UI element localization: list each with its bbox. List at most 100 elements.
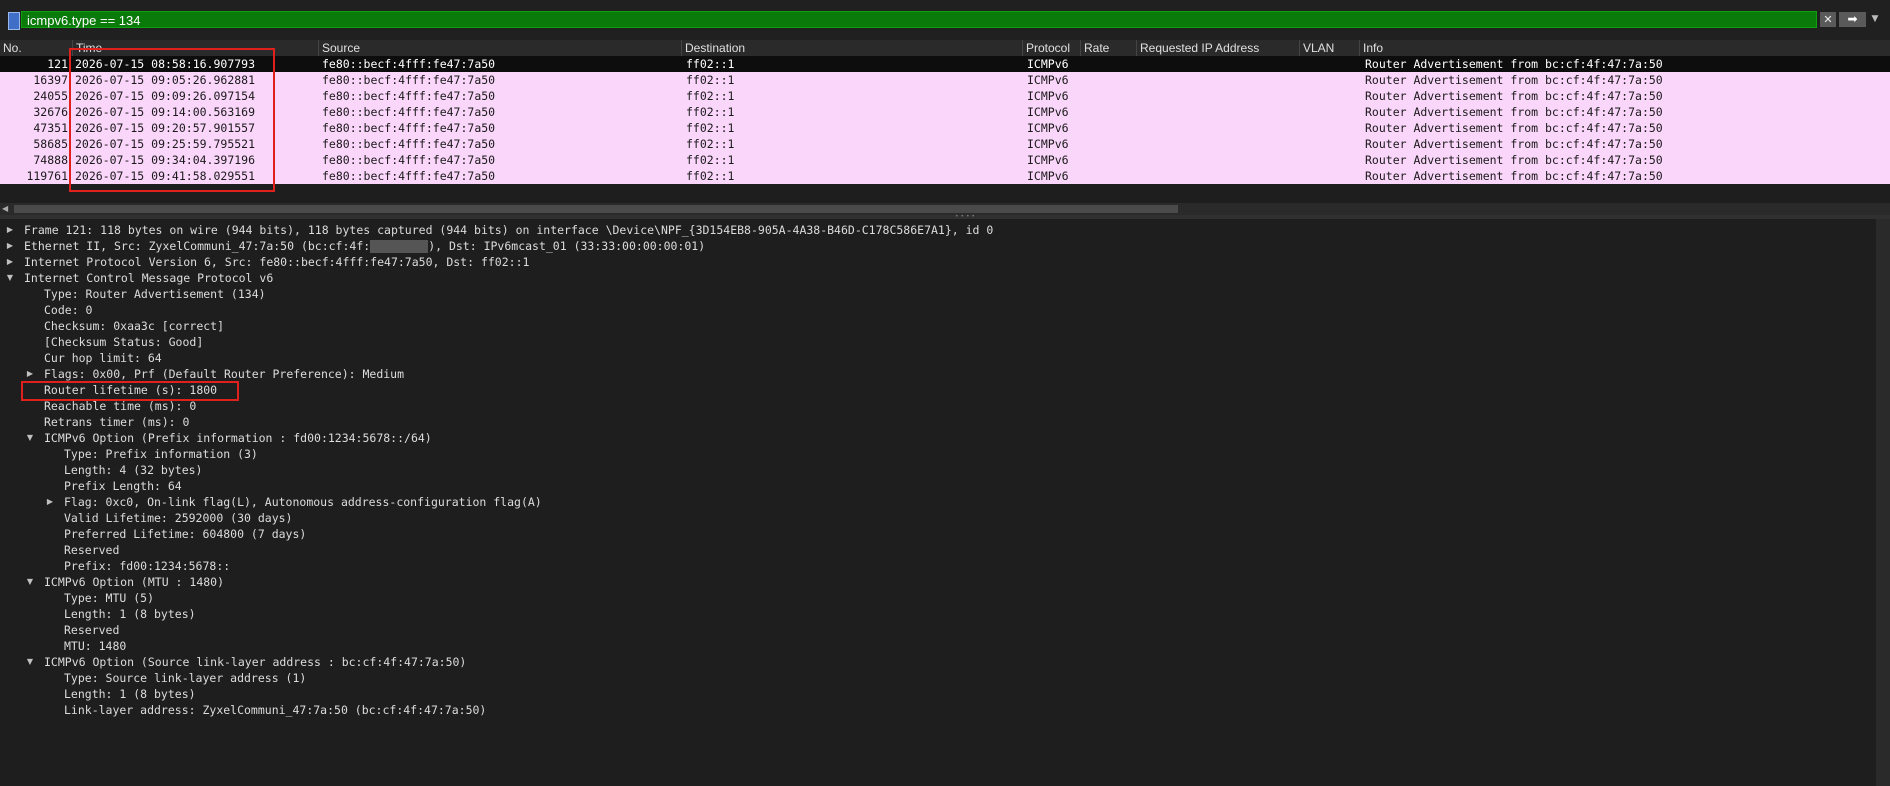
packet-source: fe80::becf:4fff:fe47:7a50 (322, 89, 496, 103)
detail-flags[interactable]: Flags: 0x00, Prf (Default Router Prefere… (44, 366, 404, 382)
packet-row[interactable]: 58685 2026-07-15 09:25:59.795521 fe80::b… (0, 136, 1890, 152)
detail-prefix-type[interactable]: Type: Prefix information (3) (64, 446, 258, 462)
column-header-info[interactable]: Info (1359, 40, 1890, 56)
packet-no: 74888 (33, 153, 68, 167)
bookmark-icon[interactable] (8, 12, 20, 30)
scrollbar-thumb[interactable] (14, 205, 1178, 213)
column-header-protocol[interactable]: Protocol (1022, 40, 1082, 56)
detail-prefix[interactable]: Prefix: fd00:1234:5678:: (64, 558, 230, 574)
detail-sll-address[interactable]: Link-layer address: ZyxelCommuni_47:7a:5… (64, 702, 486, 718)
column-header-source[interactable]: Source (318, 40, 683, 56)
packet-source: fe80::becf:4fff:fe47:7a50 (322, 169, 496, 183)
packet-destination: ff02::1 (686, 153, 735, 167)
detail-option-sll[interactable]: ICMPv6 Option (Source link-layer address… (44, 654, 466, 670)
detail-mtu[interactable]: MTU: 1480 (64, 638, 126, 654)
arrow-right-icon[interactable]: ➡ (1839, 12, 1866, 27)
display-filter-input[interactable]: icmpv6.type == 134 (21, 11, 1817, 28)
packet-time: 2026-07-15 08:58:16.907793 (75, 57, 256, 71)
detail-checksum[interactable]: Checksum: 0xaa3c [correct] (44, 318, 224, 334)
detail-icmpv6[interactable]: Internet Control Message Protocol v6 (24, 270, 273, 286)
packet-row[interactable]: 119761 2026-07-15 09:41:58.029551 fe80::… (0, 168, 1890, 184)
packet-row[interactable]: 47351 2026-07-15 09:20:57.901557 fe80::b… (0, 120, 1890, 136)
detail-reachable-time[interactable]: Reachable time (ms): 0 (44, 398, 196, 414)
column-header-time[interactable]: Time (72, 40, 322, 56)
collapse-arrow-icon[interactable]: ▼ (5, 270, 15, 286)
packet-protocol: ICMPv6 (1027, 169, 1069, 183)
packet-protocol: ICMPv6 (1027, 89, 1069, 103)
packet-time: 2026-07-15 09:05:26.962881 (75, 73, 256, 87)
packet-source: fe80::becf:4fff:fe47:7a50 (322, 153, 496, 167)
display-filter-toolbar: icmpv6.type == 134 ✕ ➡ ▼ (0, 0, 1890, 40)
expand-arrow-icon[interactable]: ▶ (5, 222, 15, 238)
packet-time: 2026-07-15 09:14:00.563169 (75, 105, 256, 119)
detail-prefix-length[interactable]: Prefix Length: 64 (64, 478, 182, 494)
collapse-arrow-icon[interactable]: ▼ (25, 654, 35, 670)
detail-ethernet-dst: ), Dst: IPv6mcast_01 (33:33:00:00:00:01) (428, 239, 706, 253)
detail-prefix-flag[interactable]: Flag: 0xc0, On-link flag(L), Autonomous … (64, 494, 542, 510)
detail-checksum-status[interactable]: [Checksum Status: Good] (44, 334, 203, 350)
detail-option-prefix[interactable]: ICMPv6 Option (Prefix information : fd00… (44, 430, 432, 446)
detail-sll-length[interactable]: Length: 1 (8 bytes) (64, 686, 196, 702)
expand-arrow-icon[interactable]: ▶ (25, 366, 35, 382)
packet-row[interactable]: 74888 2026-07-15 09:34:04.397196 fe80::b… (0, 152, 1890, 168)
packet-destination: ff02::1 (686, 105, 735, 119)
detail-frame[interactable]: Frame 121: 118 bytes on wire (944 bits),… (24, 222, 993, 238)
detail-prefix-reserved[interactable]: Reserved (64, 542, 119, 558)
detail-mtu-reserved[interactable]: Reserved (64, 622, 119, 638)
detail-ethernet[interactable]: Ethernet II, Src: ZyxelCommuni_47:7a:50 … (24, 238, 705, 254)
detail-hop-limit[interactable]: Cur hop limit: 64 (44, 350, 162, 366)
packet-destination: ff02::1 (686, 57, 735, 71)
collapse-arrow-icon[interactable]: ▼ (25, 430, 35, 446)
packet-info: Router Advertisement from bc:cf:4f:47:7a… (1365, 153, 1663, 167)
column-header-destination[interactable]: Destination (681, 40, 1024, 56)
column-header-vlan[interactable]: VLAN (1299, 40, 1361, 56)
packet-row[interactable]: 32676 2026-07-15 09:14:00.563169 fe80::b… (0, 104, 1890, 120)
packet-time: 2026-07-15 09:09:26.097154 (75, 89, 256, 103)
column-header-no[interactable]: No. (0, 40, 72, 56)
detail-valid-lifetime[interactable]: Valid Lifetime: 2592000 (30 days) (64, 510, 292, 526)
packet-no: 121 (47, 57, 68, 71)
chevron-down-icon[interactable]: ▼ (1868, 12, 1882, 27)
packet-info: Router Advertisement from bc:cf:4f:47:7a… (1365, 105, 1663, 119)
clear-icon[interactable]: ✕ (1820, 12, 1836, 27)
packet-info: Router Advertisement from bc:cf:4f:47:7a… (1365, 137, 1663, 151)
packet-time: 2026-07-15 09:25:59.795521 (75, 137, 256, 151)
packet-protocol: ICMPv6 (1027, 57, 1069, 71)
detail-ipv6[interactable]: Internet Protocol Version 6, Src: fe80::… (24, 254, 529, 270)
detail-code[interactable]: Code: 0 (44, 302, 92, 318)
packet-no: 24055 (33, 89, 68, 103)
detail-preferred-lifetime[interactable]: Preferred Lifetime: 604800 (7 days) (64, 526, 306, 542)
detail-router-lifetime[interactable]: Router lifetime (s): 1800 (44, 382, 217, 398)
packet-no: 58685 (33, 137, 68, 151)
packet-info: Router Advertisement from bc:cf:4f:47:7a… (1365, 121, 1663, 135)
packet-no: 119761 (26, 169, 68, 183)
expand-arrow-icon[interactable]: ▶ (5, 254, 15, 270)
detail-ethernet-src: Ethernet II, Src: ZyxelCommuni_47:7a:50 … (24, 239, 371, 253)
redacted-block (370, 240, 429, 253)
packet-source: fe80::becf:4fff:fe47:7a50 (322, 57, 496, 71)
detail-mtu-type[interactable]: Type: MTU (5) (64, 590, 154, 606)
packet-protocol: ICMPv6 (1027, 137, 1069, 151)
packet-destination: ff02::1 (686, 89, 735, 103)
packet-info: Router Advertisement from bc:cf:4f:47:7a… (1365, 73, 1663, 87)
expand-arrow-icon[interactable]: ▶ (45, 494, 55, 510)
scroll-left-icon[interactable]: ◀ (2, 203, 12, 215)
detail-option-mtu[interactable]: ICMPv6 Option (MTU : 1480) (44, 574, 224, 590)
packet-info: Router Advertisement from bc:cf:4f:47:7a… (1365, 169, 1663, 183)
detail-mtu-length[interactable]: Length: 1 (8 bytes) (64, 606, 196, 622)
detail-type[interactable]: Type: Router Advertisement (134) (44, 286, 266, 302)
packet-protocol: ICMPv6 (1027, 153, 1069, 167)
packet-destination: ff02::1 (686, 169, 735, 183)
collapse-arrow-icon[interactable]: ▼ (25, 574, 35, 590)
column-header-rate[interactable]: Rate (1080, 40, 1137, 56)
expand-arrow-icon[interactable]: ▶ (5, 238, 15, 254)
packet-row[interactable]: 24055 2026-07-15 09:09:26.097154 fe80::b… (0, 88, 1890, 104)
packet-row[interactable]: 121 2026-07-15 08:58:16.907793 fe80::bec… (0, 56, 1890, 72)
detail-sll-type[interactable]: Type: Source link-layer address (1) (64, 670, 306, 686)
detail-prefix-length-bytes[interactable]: Length: 4 (32 bytes) (64, 462, 202, 478)
detail-retrans-timer[interactable]: Retrans timer (ms): 0 (44, 414, 189, 430)
details-vertical-scrollbar[interactable] (1876, 219, 1890, 786)
column-header-requested-ip[interactable]: Requested IP Address (1136, 40, 1301, 56)
packet-list-horizontal-scrollbar[interactable]: ◀ (0, 203, 1890, 215)
packet-row[interactable]: 16397 2026-07-15 09:05:26.962881 fe80::b… (0, 72, 1890, 88)
